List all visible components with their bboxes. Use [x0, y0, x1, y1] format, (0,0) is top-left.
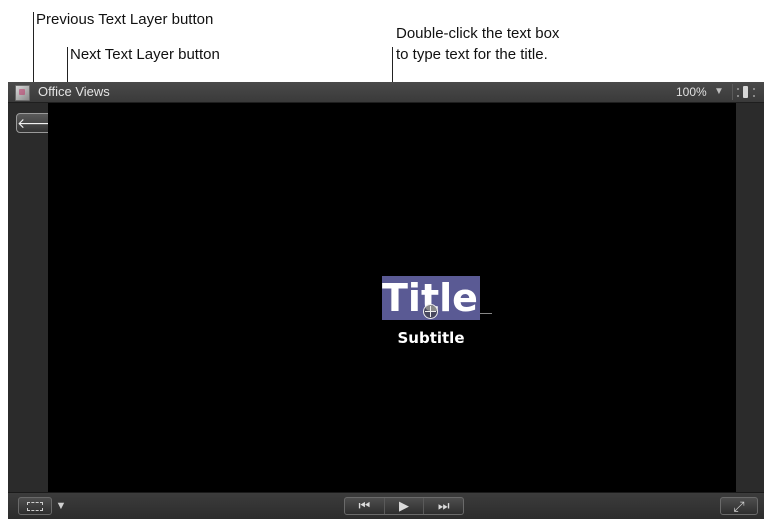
fullscreen-button[interactable]: ⤢ [720, 497, 758, 515]
view-handle-dot [753, 95, 755, 97]
layout-options-dropdown[interactable]: ▼ [52, 497, 70, 515]
view-layout-icon [743, 86, 748, 98]
overlay-grid-icon [27, 501, 43, 511]
zoom-level[interactable]: 100% [676, 85, 707, 99]
project-name: Office Views [38, 84, 110, 99]
subtitle-text[interactable]: Subtitle [348, 329, 514, 347]
crosshair-cursor-icon [423, 304, 438, 319]
double-click-callout-line1: Double-click the text box [396, 25, 560, 42]
project-document-icon [15, 85, 30, 101]
double-click-callout-line2: to type text for the title. [396, 46, 548, 63]
canvas-area[interactable]: Title Subtitle [48, 103, 736, 492]
text-baseline-guide [480, 313, 492, 314]
next-layer-callout: Next Text Layer button [70, 46, 220, 63]
go-to-end-button[interactable]: ⏭ [423, 498, 463, 514]
view-handle-dot [737, 95, 739, 97]
previous-layer-callout: Previous Text Layer button [36, 11, 214, 28]
view-handle-dot [753, 88, 755, 90]
zoom-dropdown-arrow-icon[interactable]: ▼ [714, 86, 724, 97]
canvas-viewer: Office Views 100% ▼ 🡐 🡒 Title Subtitle ▼… [8, 82, 764, 519]
layout-options-button[interactable] [18, 497, 52, 515]
transport-controls: ⏮ ▶ ⏭ [344, 497, 464, 515]
viewer-title-bar: Office Views 100% ▼ [8, 82, 764, 103]
view-options-button[interactable] [732, 84, 759, 100]
view-handle-dot [737, 88, 739, 90]
go-to-start-button[interactable]: ⏮ [345, 498, 384, 514]
play-button[interactable]: ▶ [383, 498, 424, 514]
viewer-bottom-bar: ▼ ⏮ ▶ ⏭ ⤢ [8, 492, 764, 519]
